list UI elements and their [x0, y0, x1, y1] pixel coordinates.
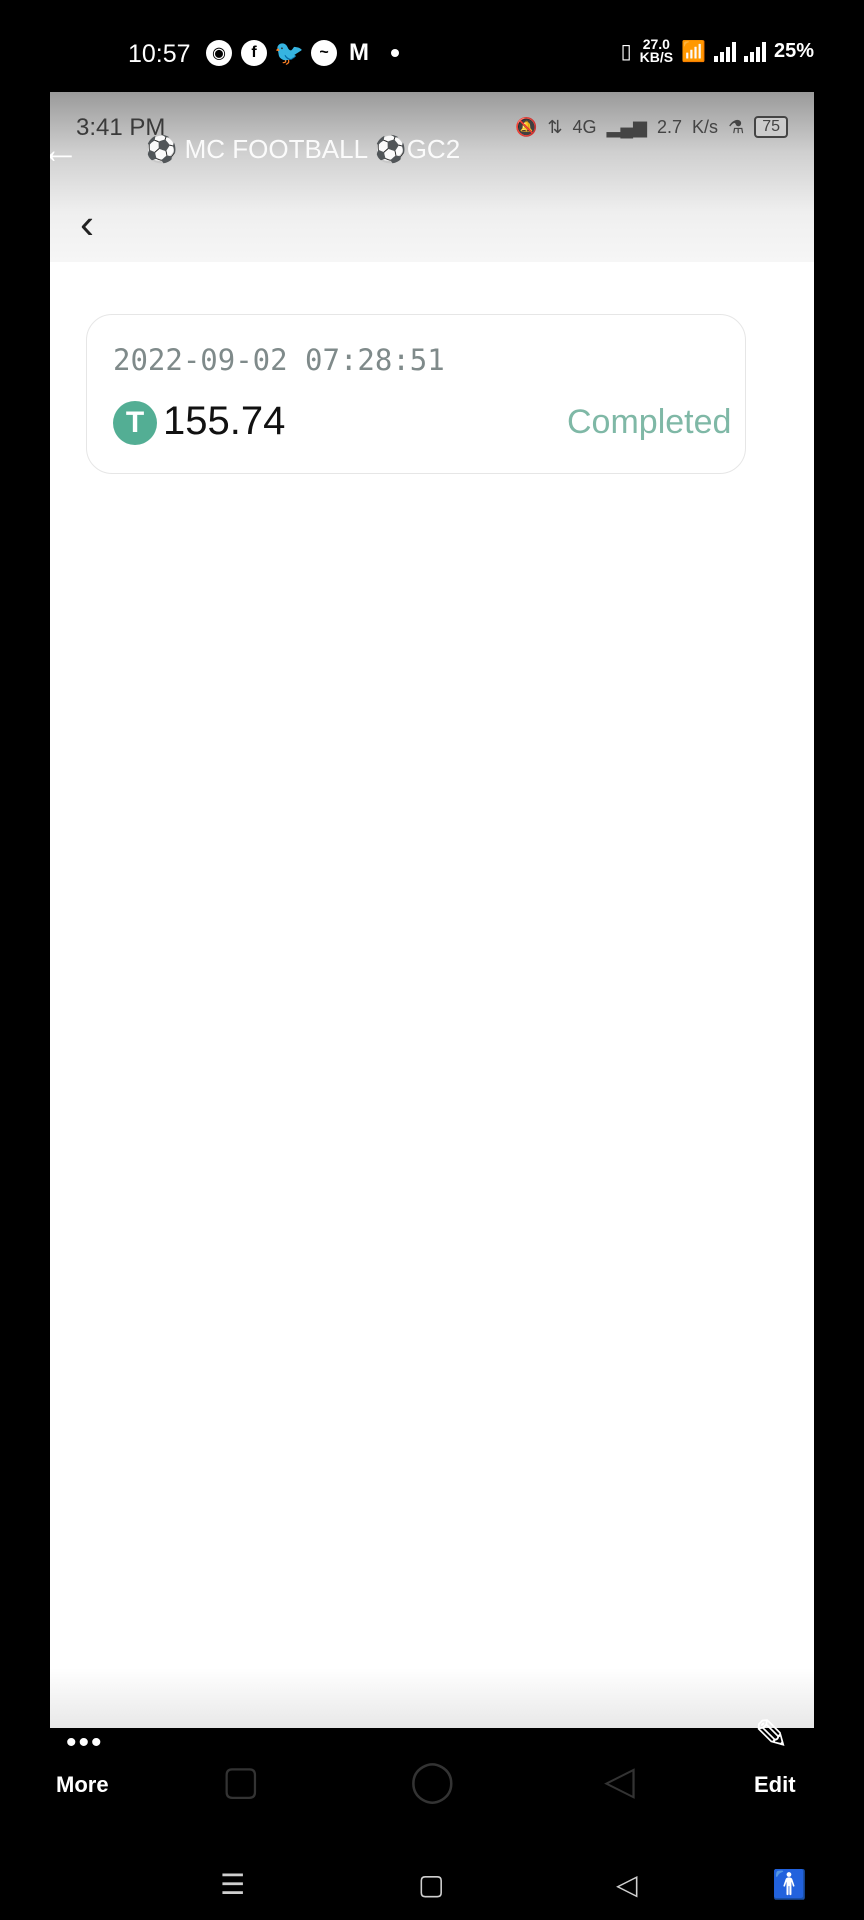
net-speed: 27.0 KB/S — [639, 36, 674, 65]
vibrate-icon: ▯ — [620, 40, 632, 63]
more-dots-icon[interactable]: ••• — [66, 1726, 104, 1760]
back-chevron-icon[interactable]: ‹ — [80, 200, 94, 248]
inner-header: 3:41 PM 🔕 ⇅ 4G ▂▄▆ 2.7 K/s ⚗ 75 ← ⚽ MC F… — [50, 92, 814, 262]
mute-icon: 🔕 — [515, 116, 538, 137]
gmail-icon: M — [349, 39, 369, 66]
shared-screenshot: 3:41 PM 🔕 ⇅ 4G ▂▄▆ 2.7 K/s ⚗ 75 ← ⚽ MC F… — [50, 92, 814, 1728]
inner-battery: 75 — [754, 116, 788, 138]
inner-signal-icon: ▂▄▆ — [606, 116, 648, 137]
flask-icon: ⚗ — [728, 116, 745, 137]
edit-button[interactable]: Edit — [754, 1772, 796, 1798]
status-time: 10:57 — [128, 40, 191, 68]
signal-1-icon — [713, 40, 736, 62]
transaction-status: Completed — [567, 403, 732, 441]
ghost-back-icon: ◁ — [604, 1759, 635, 1803]
transaction-amount: 155.74 — [163, 399, 286, 443]
chat-title: ⚽ MC FOOTBALL ⚽GC2 — [145, 134, 461, 164]
accessibility-icon[interactable]: 🚹 — [772, 1868, 807, 1901]
app-notification-icon: ◉ — [206, 40, 232, 66]
back-nav-icon[interactable]: ◁ — [616, 1868, 638, 1901]
notification-icons: ◉ f 🐦 ~ M — [206, 39, 399, 67]
ghost-square-icon: ▢ — [222, 1759, 260, 1803]
bottom-toolbar: ••• More ▢ ◯ ◁ ✎ Edit ☰ ▢ ◁ 🚹 — [0, 1711, 864, 1920]
facebook-icon: f — [241, 40, 267, 66]
inner-net-type: 4G — [572, 116, 597, 137]
more-button[interactable]: More — [56, 1772, 109, 1798]
data-arrows-icon: ⇅ — [547, 116, 563, 137]
menu-nav-icon[interactable]: ☰ — [220, 1868, 245, 1901]
transaction-card[interactable]: 2022-09-02 07:28:51 T 155.74 Completed — [86, 314, 746, 474]
inner-speed: 2.7 — [657, 116, 683, 137]
inner-bottom-shade — [50, 1668, 814, 1728]
home-nav-icon[interactable]: ▢ — [418, 1868, 444, 1901]
transaction-datetime: 2022-09-02 07:28:51 — [113, 343, 445, 377]
pencil-icon[interactable]: ✎ — [754, 1710, 789, 1759]
status-indicators: ▯ 27.0 KB/S 📶 25% — [620, 36, 814, 65]
signal-2-icon — [743, 40, 766, 62]
inner-speed-unit: K/s — [692, 116, 719, 137]
chat-back-arrow-icon[interactable]: ← — [50, 128, 80, 173]
tether-icon: T — [113, 401, 157, 445]
twitter-icon: 🐦 — [274, 39, 304, 67]
messenger-icon: ~ — [311, 40, 337, 66]
ghost-circle-icon: ◯ — [410, 1759, 455, 1803]
inner-status-icons: 🔕 ⇅ 4G ▂▄▆ 2.7 K/s ⚗ 75 — [515, 116, 788, 138]
more-notifications-dot — [391, 49, 399, 57]
battery-level: 25% — [773, 39, 814, 62]
wifi-icon: 📶 — [681, 40, 706, 63]
status-bar: 10:57 ◉ f 🐦 ~ M ▯ 27.0 KB/S 📶 25% — [0, 0, 864, 100]
